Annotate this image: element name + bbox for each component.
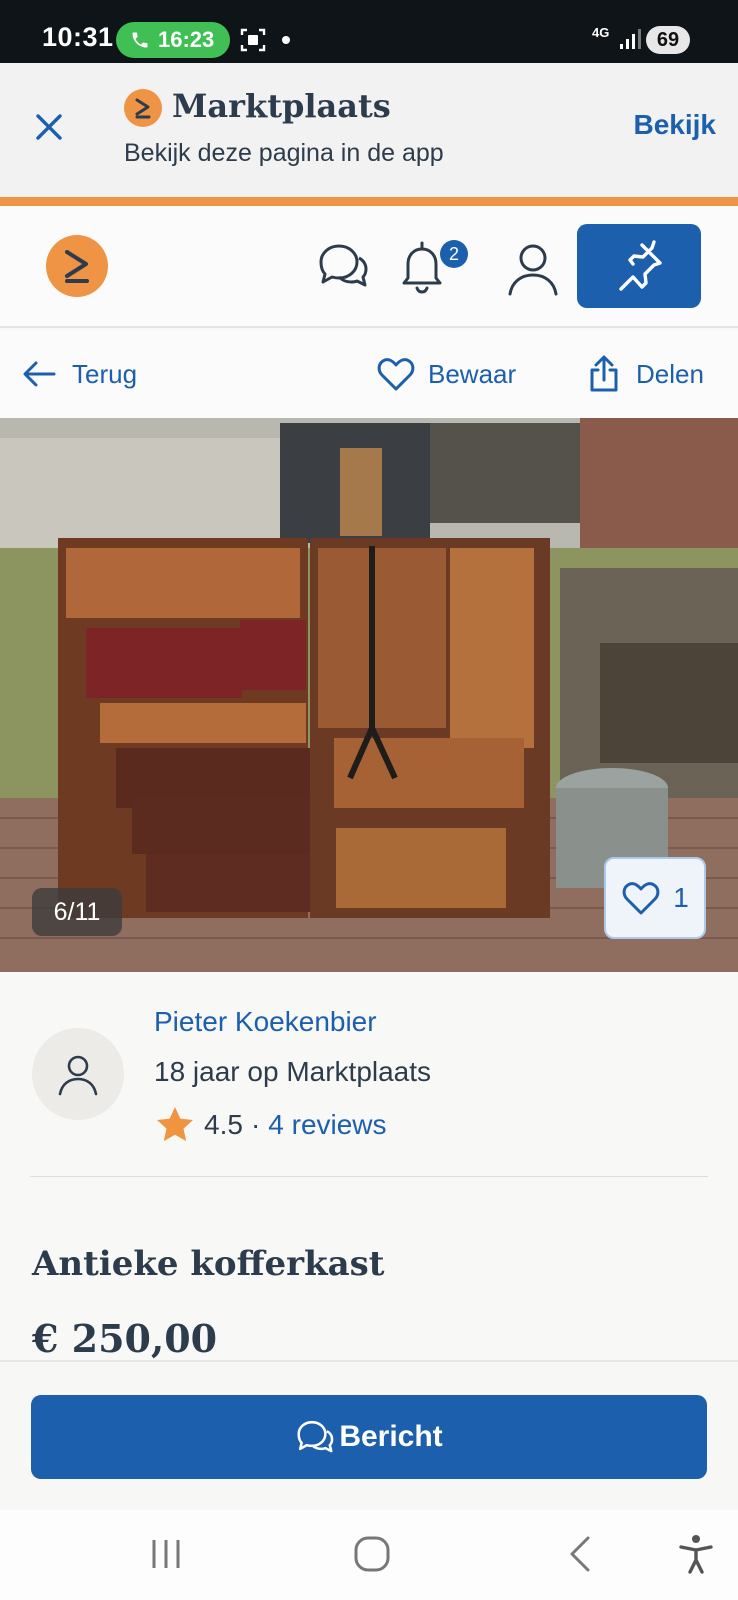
banner-app-name: Marktplaats: [172, 87, 391, 125]
banner-divider: [0, 197, 738, 206]
photo-favorite-button[interactable]: 1: [604, 857, 706, 939]
call-duration: 16:23: [158, 27, 215, 52]
listing-price: € 250,00: [32, 1316, 218, 1361]
seller-membership: 18 jaar op Marktplaats: [154, 1056, 432, 1087]
screenshot-icon: [240, 28, 266, 52]
bottom-cta-bar: Bericht: [0, 1360, 738, 1510]
save-button[interactable]: Bewaar: [376, 354, 516, 394]
home-icon[interactable]: [350, 1532, 394, 1576]
heart-icon: [622, 882, 660, 915]
star-icon: [157, 1107, 193, 1142]
photo-counter: 6/11: [32, 888, 122, 936]
seller-avatar[interactable]: [32, 1028, 124, 1120]
phone-icon: [132, 32, 148, 48]
app-install-banner: Marktplaats Bekijk deze pagina in de app…: [0, 63, 738, 197]
network-type: 4G: [592, 25, 610, 40]
marktplaats-logo-icon: [124, 89, 162, 127]
top-navigation: 2: [0, 206, 738, 328]
messages-icon[interactable]: [316, 240, 370, 292]
heart-icon: [377, 358, 415, 391]
back-button[interactable]: Terug: [20, 354, 137, 394]
signal-icon: [620, 29, 641, 49]
notification-badge: 2: [440, 240, 468, 268]
status-time: 10:31: [42, 22, 114, 52]
share-button[interactable]: Delen: [584, 354, 704, 394]
banner-subtitle: Bekijk deze pagina in de app: [124, 139, 444, 167]
seller-name-link[interactable]: Pieter Koekenbier: [154, 1006, 377, 1038]
listing-title: Antieke kofferkast: [32, 1244, 385, 1284]
recent-apps-icon[interactable]: [144, 1532, 188, 1576]
listing-action-bar: Terug Bewaar Delen: [0, 330, 738, 418]
close-icon[interactable]: [32, 110, 66, 144]
open-in-app-link[interactable]: Bekijk: [634, 109, 717, 141]
share-label: Delen: [636, 358, 704, 389]
arrow-left-icon: [23, 361, 56, 387]
message-label: Bericht: [339, 1420, 443, 1453]
back-label: Terug: [72, 358, 138, 389]
share-icon: [590, 355, 618, 392]
rating-value: 4.5: [204, 1109, 243, 1140]
status-bar: 10:31 16:23 4G 69: [0, 0, 738, 63]
user-icon: [58, 1055, 98, 1096]
pin-icon: [619, 240, 662, 291]
favorites-count: 1: [673, 882, 689, 913]
notification-dot: [282, 36, 290, 44]
system-navigation-bar: [0, 1510, 738, 1600]
section-divider: [30, 1176, 708, 1177]
battery-indicator: 69: [646, 26, 690, 54]
ongoing-call-chip[interactable]: 16:23: [116, 22, 230, 58]
home-logo-icon[interactable]: [46, 235, 108, 297]
place-ad-button[interactable]: [577, 224, 701, 308]
message-button[interactable]: Bericht: [31, 1395, 707, 1479]
seller-rating: 4.5 · 4 reviews: [154, 1104, 387, 1146]
accessibility-icon[interactable]: [674, 1532, 718, 1576]
save-label: Bewaar: [428, 358, 517, 389]
notifications-bell-icon[interactable]: [398, 236, 448, 296]
reviews-link[interactable]: 4 reviews: [268, 1109, 386, 1141]
account-user-icon[interactable]: [506, 240, 560, 296]
chat-bubbles-icon: [297, 1420, 334, 1453]
rating-separator: ·: [250, 1109, 261, 1140]
back-chevron-icon[interactable]: [560, 1532, 604, 1576]
